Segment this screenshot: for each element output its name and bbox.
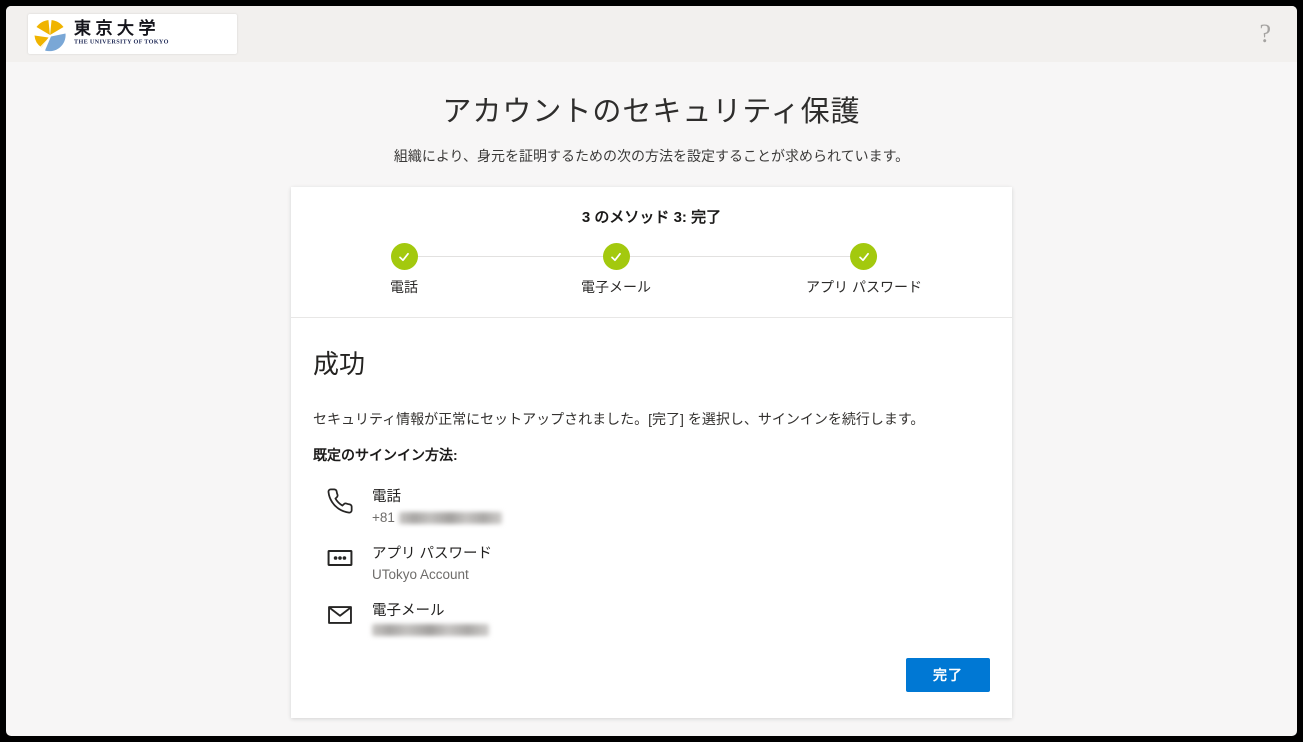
- step-label: 電子メール: [581, 277, 651, 297]
- method-label: 電話: [372, 485, 502, 506]
- page-subtitle: 組織により、身元を証明するための次の方法を設定することが求められています。: [6, 146, 1297, 166]
- logo-subtitle: THE UNIVERSITY OF TOKYO: [74, 39, 169, 45]
- logo-title: 東京大学: [74, 20, 227, 37]
- wizard-progress-section: 3 のメソッド 3: 完了 電話 電子メール: [291, 187, 1012, 318]
- step-complete-check-icon: [391, 243, 418, 270]
- success-message: セキュリティ情報が正常にセットアップされました。[完了] を選択し、サインインを…: [313, 409, 990, 429]
- default-signin-method-label: 既定のサインイン方法:: [313, 445, 990, 465]
- wizard-step-app-password: アプリ パスワード: [806, 243, 922, 297]
- method-row-phone: 電話 +81: [325, 485, 990, 525]
- method-list: 電話 +81: [325, 485, 990, 636]
- wizard-progress-label: 3 のメソッド 3: 完了: [291, 206, 1012, 227]
- phone-icon: [325, 485, 355, 515]
- wizard-steps: 電話 電子メール アプリ パスワード: [291, 243, 1012, 317]
- logo-text: 東京大学 THE UNIVERSITY OF TOKYO: [74, 20, 227, 49]
- method-row-email: 電子メール: [325, 599, 990, 636]
- phone-country-code: +81: [372, 510, 395, 525]
- done-button[interactable]: 完了: [906, 658, 990, 692]
- method-label: アプリ パスワード: [372, 542, 492, 563]
- top-bar: 東京大学 THE UNIVERSITY OF TOKYO ?: [6, 6, 1297, 62]
- page-title: アカウントのセキュリティ保護: [6, 88, 1297, 130]
- button-row: 完了: [313, 658, 990, 692]
- method-texts: 電話 +81: [372, 485, 502, 525]
- main-content: アカウントのセキュリティ保護 組織により、身元を証明するための次の方法を設定する…: [6, 62, 1297, 718]
- step-complete-check-icon: [603, 243, 630, 270]
- help-icon[interactable]: ?: [1259, 21, 1271, 47]
- security-setup-card: 3 のメソッド 3: 完了 電話 電子メール: [291, 187, 1012, 718]
- method-texts: 電子メール: [372, 599, 489, 636]
- university-logo: 東京大学 THE UNIVERSITY OF TOKYO: [28, 14, 237, 54]
- redacted-email-address: [372, 624, 489, 636]
- utokyo-ginkgo-emblem-icon: [32, 16, 68, 52]
- app-password-icon: [325, 542, 355, 572]
- success-heading: 成功: [313, 344, 990, 381]
- email-icon: [325, 599, 355, 629]
- wizard-step-email: 電子メール: [581, 243, 651, 297]
- step-label: 電話: [390, 277, 418, 297]
- page-root: 東京大学 THE UNIVERSITY OF TOKYO ? アカウントのセキュ…: [6, 6, 1297, 736]
- step-label: アプリ パスワード: [806, 277, 922, 297]
- method-value: +81: [372, 510, 502, 525]
- method-value: UTokyo Account: [372, 567, 492, 582]
- step-complete-check-icon: [850, 243, 877, 270]
- wizard-step-phone: 電話: [390, 243, 418, 297]
- method-value: [372, 624, 489, 636]
- redacted-phone-number: [399, 512, 502, 524]
- success-section: 成功 セキュリティ情報が正常にセットアップされました。[完了] を選択し、サイン…: [291, 318, 1012, 718]
- method-row-app-password: アプリ パスワード UTokyo Account: [325, 542, 990, 582]
- method-texts: アプリ パスワード UTokyo Account: [372, 542, 492, 582]
- method-label: 電子メール: [372, 599, 489, 620]
